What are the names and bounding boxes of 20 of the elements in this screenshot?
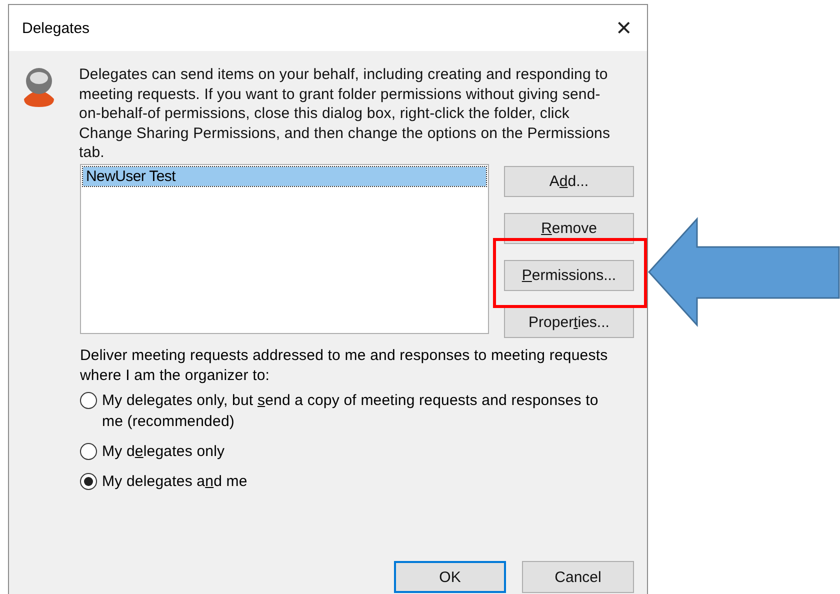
- cancel-button[interactable]: Cancel: [522, 561, 634, 593]
- window-title: Delegates: [22, 20, 90, 36]
- side-button[interactable]: Permissions...: [504, 260, 634, 290]
- person-icon: [21, 65, 57, 108]
- arrow-icon: [647, 217, 840, 327]
- radio-button[interactable]: [80, 392, 97, 408]
- delegate-item[interactable]: NewUser Test: [83, 166, 486, 186]
- option-label: My delegates only: [102, 442, 225, 462]
- delegates-list[interactable]: NewUser Test: [80, 164, 489, 334]
- radio-button[interactable]: [80, 472, 97, 490]
- side-button[interactable]: Properties...: [504, 306, 634, 338]
- option-label: My delegates only, but send a copy of meeting requests and responses to me (recommended): [102, 390, 600, 432]
- deliver-label: Deliver meeting requests addressed to me and responses to meeting requests where I am the organizer to:: [80, 346, 609, 386]
- intro-text: Delegates can send items on your behalf, including creating and responding to meeting requests. If you want to grant folder permissions without giving send-on-behalf-of permissions, close this dialog box, right-click the folder, click Change Sharing Permissions, and then change the options on the Permissions tab.: [79, 65, 612, 162]
- option-label: My delegates and me: [102, 472, 248, 492]
- side-button[interactable]: Add...: [504, 166, 634, 196]
- close-button[interactable]: ✕: [601, 5, 647, 51]
- radio-button[interactable]: [80, 442, 97, 460]
- side-button[interactable]: Remove: [504, 212, 634, 244]
- ok-button[interactable]: OK: [394, 561, 506, 593]
